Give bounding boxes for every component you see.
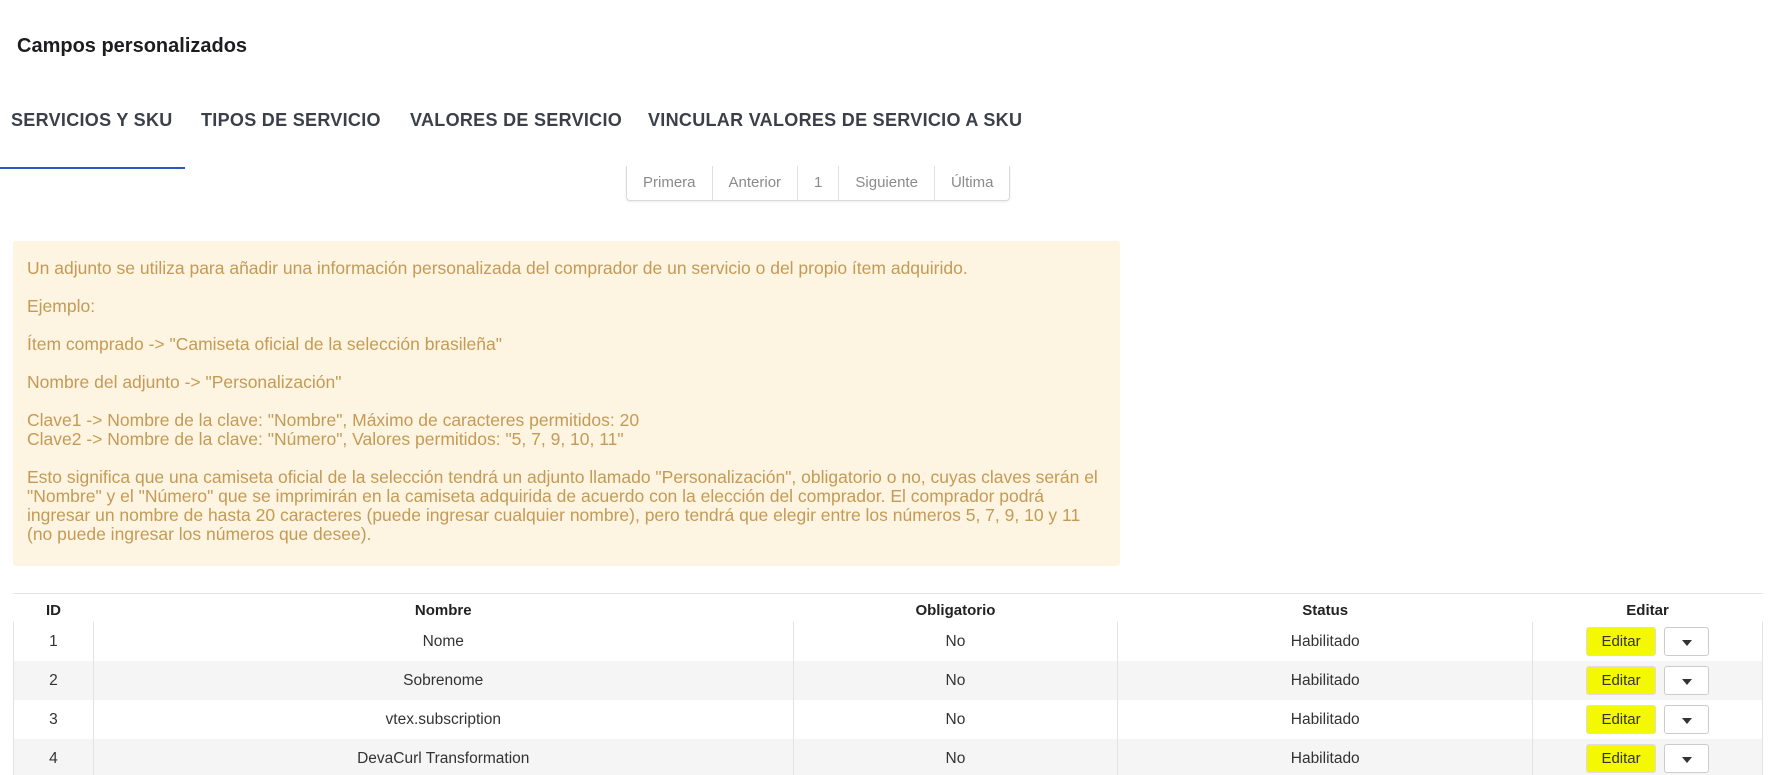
info-item: Ítem comprado -> "Camiseta oficial de la… — [27, 334, 502, 354]
edit-button[interactable]: Editar — [1586, 627, 1657, 656]
cell-edit: Editar — [1532, 700, 1763, 739]
edit-dropdown-button[interactable] — [1664, 627, 1710, 656]
cell-name: vtex.subscription — [92, 700, 794, 739]
tab-bar: SERVICIOS Y SKU TIPOS DE SERVICIO VALORE… — [0, 104, 1050, 170]
cell-required: No — [792, 661, 1118, 700]
pagination-prev[interactable]: Anterior — [713, 166, 799, 200]
header-status: Status — [1302, 601, 1349, 619]
cell-required: No — [792, 622, 1118, 661]
info-key2: Clave2 -> Nombre de la clave: "Número", … — [27, 429, 624, 449]
info-example-heading: Ejemplo: — [27, 296, 96, 316]
table-row: 3 vtex.subscription No Habilitado Editar — [13, 700, 1763, 739]
caret-down-icon — [1682, 679, 1693, 685]
cell-status: Habilitado — [1117, 739, 1533, 775]
table-row: 2 Sobrenome No Habilitado Editar — [13, 661, 1763, 700]
info-box: Un adjunto se utiliza para añadir una in… — [13, 241, 1120, 566]
edit-dropdown-button[interactable] — [1664, 744, 1710, 773]
info-explanation: Esto significa que una camiseta oficial … — [27, 467, 1098, 544]
pagination: Primera Anterior 1 Siguiente Última — [626, 166, 1011, 201]
pagination-first[interactable]: Primera — [627, 166, 713, 200]
cell-edit: Editar — [1532, 661, 1763, 700]
caret-down-icon — [1682, 757, 1693, 763]
info-key1: Clave1 -> Nombre de la clave: "Nombre", … — [27, 410, 640, 430]
pagination-last[interactable]: Última — [935, 166, 1010, 200]
cell-name: Sobrenome — [92, 661, 794, 700]
active-tab-indicator — [0, 167, 185, 169]
info-attachment-name: Nombre del adjunto -> "Personalización" — [27, 372, 342, 392]
table-row: 4 DevaCurl Transformation No Habilitado … — [13, 739, 1763, 775]
edit-dropdown-button[interactable] — [1664, 666, 1710, 695]
tab-servicios-y-sku[interactable]: SERVICIOS Y SKU — [11, 110, 173, 131]
tab-valores-de-servicio[interactable]: VALORES DE SERVICIO — [410, 110, 622, 131]
tab-tipos-de-servicio[interactable]: TIPOS DE SERVICIO — [201, 110, 381, 131]
pagination-next[interactable]: Siguiente — [839, 166, 935, 200]
cell-id: 3 — [13, 700, 94, 739]
header-required: Obligatorio — [915, 601, 996, 619]
cell-required: No — [792, 739, 1118, 775]
header-edit: Editar — [1626, 601, 1669, 619]
cell-edit: Editar — [1532, 622, 1763, 661]
edit-button[interactable]: Editar — [1586, 666, 1657, 695]
page-title: Campos personalizados — [17, 35, 248, 57]
caret-down-icon — [1682, 718, 1693, 724]
pagination-current[interactable]: 1 — [798, 166, 840, 200]
header-id: ID — [45, 601, 61, 619]
cell-id: 1 — [13, 622, 94, 661]
caret-down-icon — [1682, 640, 1693, 646]
header-name: Nombre — [414, 601, 472, 619]
cell-name: Nome — [92, 622, 794, 661]
info-intro: Un adjunto se utiliza para añadir una in… — [27, 258, 968, 278]
cell-required: No — [792, 700, 1118, 739]
cell-name: DevaCurl Transformation — [92, 739, 794, 775]
edit-button[interactable]: Editar — [1586, 744, 1657, 773]
tab-vincular-valores[interactable]: VINCULAR VALORES DE SERVICIO A SKU — [648, 110, 1022, 131]
edit-button[interactable]: Editar — [1586, 705, 1657, 734]
cell-id: 2 — [13, 661, 94, 700]
cell-status: Habilitado — [1117, 622, 1533, 661]
cell-status: Habilitado — [1117, 700, 1533, 739]
edit-dropdown-button[interactable] — [1664, 705, 1710, 734]
cell-edit: Editar — [1532, 739, 1763, 775]
cell-id: 4 — [13, 739, 94, 775]
cell-status: Habilitado — [1117, 661, 1533, 700]
table-row: 1 Nome No Habilitado Editar — [13, 622, 1763, 661]
